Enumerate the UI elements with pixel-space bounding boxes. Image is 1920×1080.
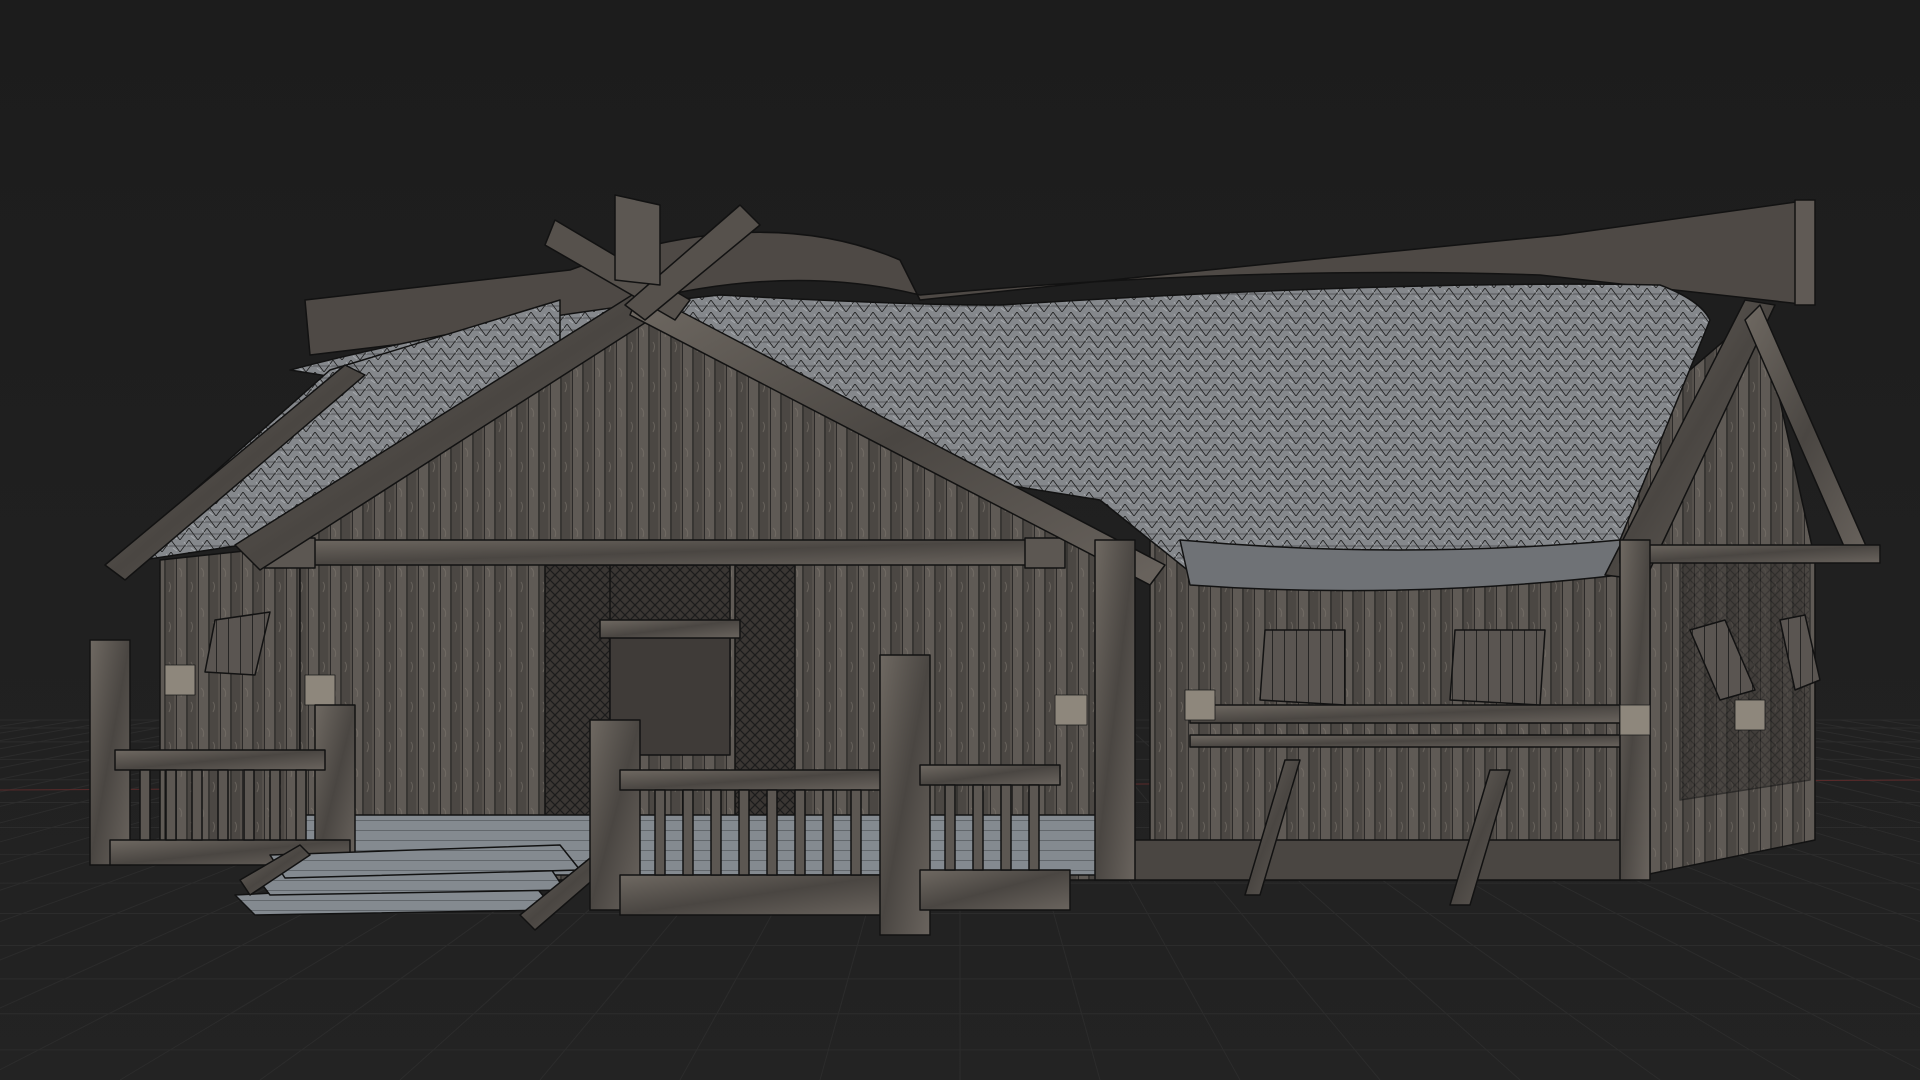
grid-line: [0, 719, 81, 734]
3d-viewport[interactable]: [0, 0, 1920, 1080]
baluster: [710, 789, 722, 876]
corner-post-front-right: [1094, 539, 1136, 881]
wall-rail-upper: [1189, 704, 1631, 724]
baluster: [794, 789, 806, 876]
house-model[interactable]: [89, 194, 1881, 936]
baluster: [243, 769, 255, 841]
grid-line: [0, 719, 41, 727]
baluster: [269, 769, 281, 841]
baluster: [295, 769, 307, 841]
right-gable-beam: [1619, 544, 1881, 564]
baluster: [139, 769, 151, 841]
baluster: [766, 789, 778, 876]
baluster: [682, 789, 694, 876]
grid-line: [1879, 719, 1920, 727]
baluster: [654, 789, 666, 876]
inner-lintel: [599, 619, 741, 639]
baluster: [165, 769, 177, 841]
baluster: [191, 769, 203, 841]
baluster: [972, 784, 984, 871]
right-ridge-end: [1794, 199, 1816, 306]
lintel-end-right: [1024, 537, 1066, 569]
viewport-canvas[interactable]: [0, 0, 1920, 1080]
grid-line: [1839, 719, 1920, 734]
window-shutter-right-2: [1449, 629, 1546, 706]
baluster: [217, 769, 229, 841]
baluster: [850, 789, 862, 876]
front-lintel-beam: [269, 539, 1061, 566]
baluster: [1000, 784, 1012, 871]
baluster: [822, 789, 834, 876]
wall-rail-lower: [1189, 734, 1631, 748]
baluster: [738, 789, 750, 876]
front-stairs: [234, 844, 611, 931]
wall-base: [1109, 839, 1631, 881]
ridge-post: [614, 194, 661, 286]
window-shutter-right-1: [1259, 629, 1346, 706]
baluster: [944, 784, 956, 871]
baluster: [1028, 784, 1040, 871]
